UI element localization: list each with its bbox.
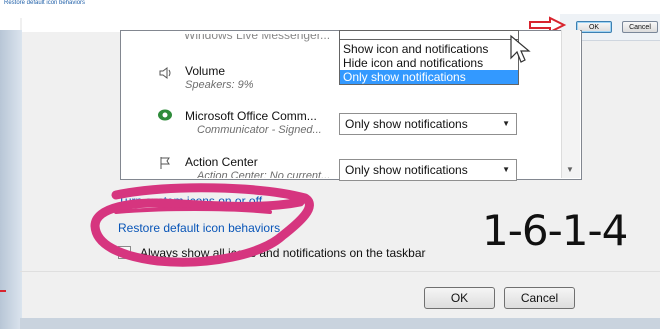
ok-button[interactable]: OK bbox=[424, 287, 495, 309]
cancel-button[interactable]: Cancel bbox=[504, 287, 575, 309]
red-mark bbox=[0, 290, 6, 292]
pink-highlight-annotation bbox=[90, 183, 314, 267]
window-frame-bottom bbox=[20, 318, 660, 329]
footer-separator bbox=[20, 271, 660, 272]
annotation-code: 1-6-1-4 bbox=[482, 206, 628, 255]
